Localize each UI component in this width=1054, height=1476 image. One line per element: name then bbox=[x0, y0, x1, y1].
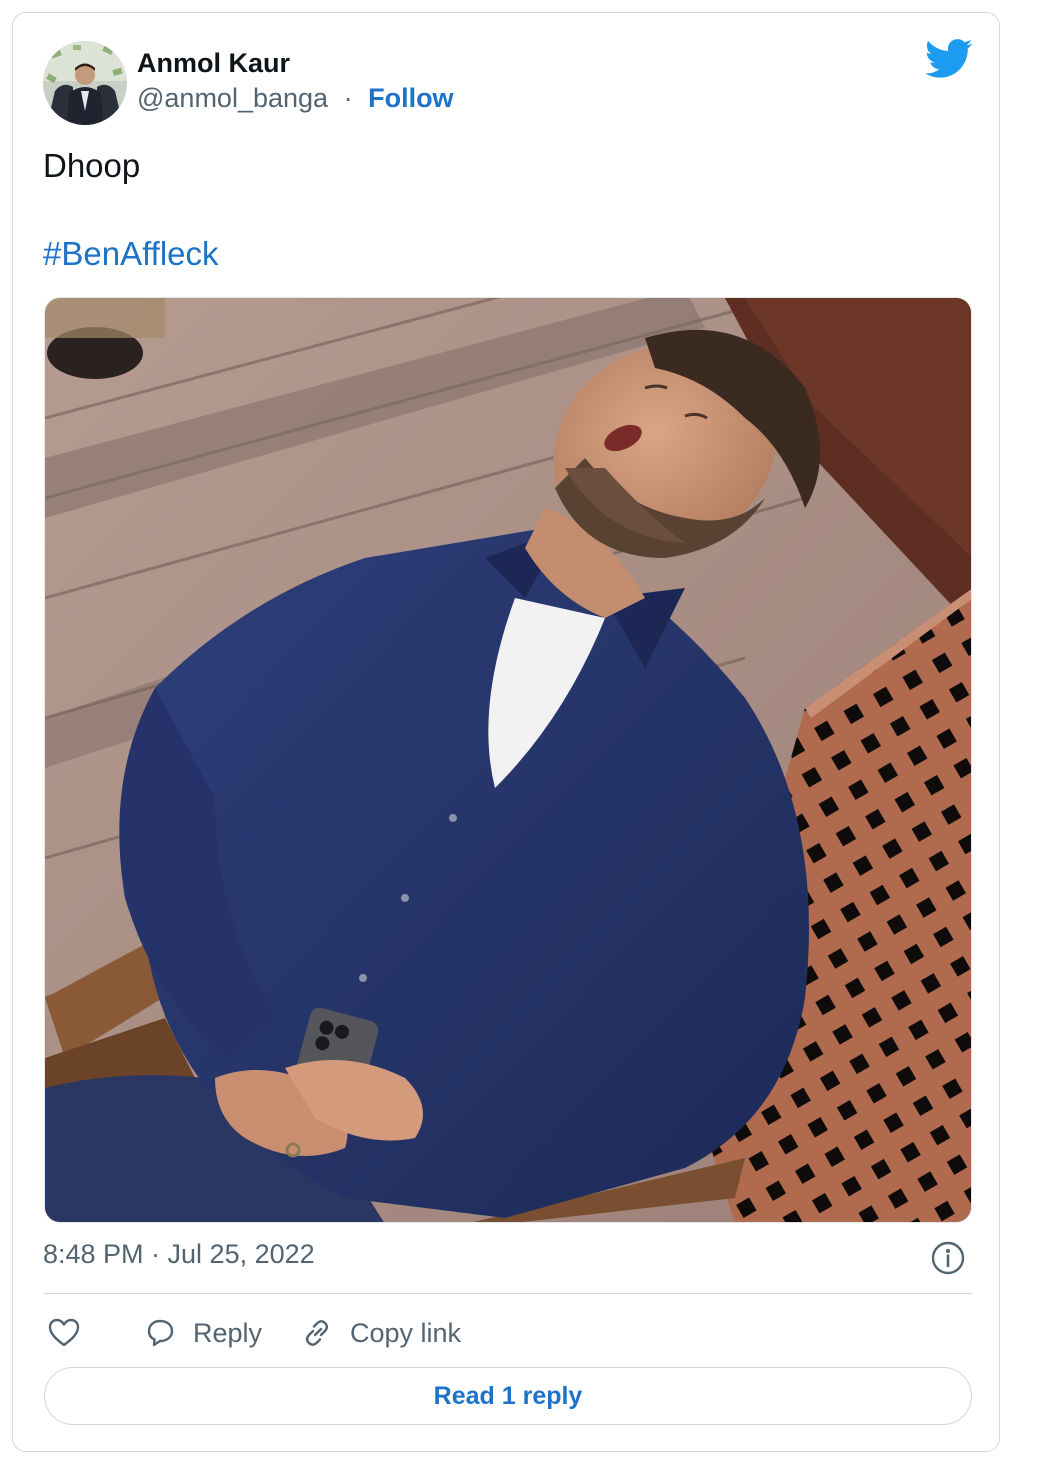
reply-label: Reply bbox=[193, 1317, 263, 1348]
author-handle[interactable]: @anmol_banga bbox=[137, 83, 328, 113]
copy-link-button[interactable]: Copy link bbox=[300, 1313, 461, 1353]
hashtag-link[interactable]: #BenAffleck bbox=[43, 235, 219, 273]
twitter-bird-icon[interactable] bbox=[925, 39, 973, 79]
copy-link-label: Copy link bbox=[350, 1317, 462, 1348]
author-name[interactable]: Anmol Kaur bbox=[137, 48, 290, 79]
tweet-photo[interactable] bbox=[44, 297, 972, 1223]
heart-icon bbox=[47, 1317, 81, 1349]
follow-button[interactable]: Follow bbox=[368, 83, 453, 113]
avatar[interactable] bbox=[43, 41, 127, 125]
handle-separator: · bbox=[343, 83, 353, 113]
divider bbox=[44, 1293, 972, 1294]
link-icon bbox=[300, 1316, 334, 1350]
reply-button[interactable]: Reply bbox=[143, 1313, 262, 1353]
info-icon[interactable] bbox=[930, 1240, 966, 1276]
read-replies-button[interactable]: Read 1 reply bbox=[44, 1367, 972, 1425]
like-button[interactable] bbox=[47, 1313, 81, 1353]
tweet-timestamp[interactable]: 8:48 PM · Jul 25, 2022 bbox=[43, 1239, 315, 1270]
tweet-embed-card: Anmol Kaur @anmol_banga · Follow Dhoop #… bbox=[12, 12, 1000, 1452]
speech-bubble-icon bbox=[143, 1317, 177, 1349]
avatar-image bbox=[43, 41, 127, 125]
author-handle-row: @anmol_banga · Follow bbox=[137, 83, 454, 114]
tweet-text: Dhoop bbox=[43, 147, 141, 184]
